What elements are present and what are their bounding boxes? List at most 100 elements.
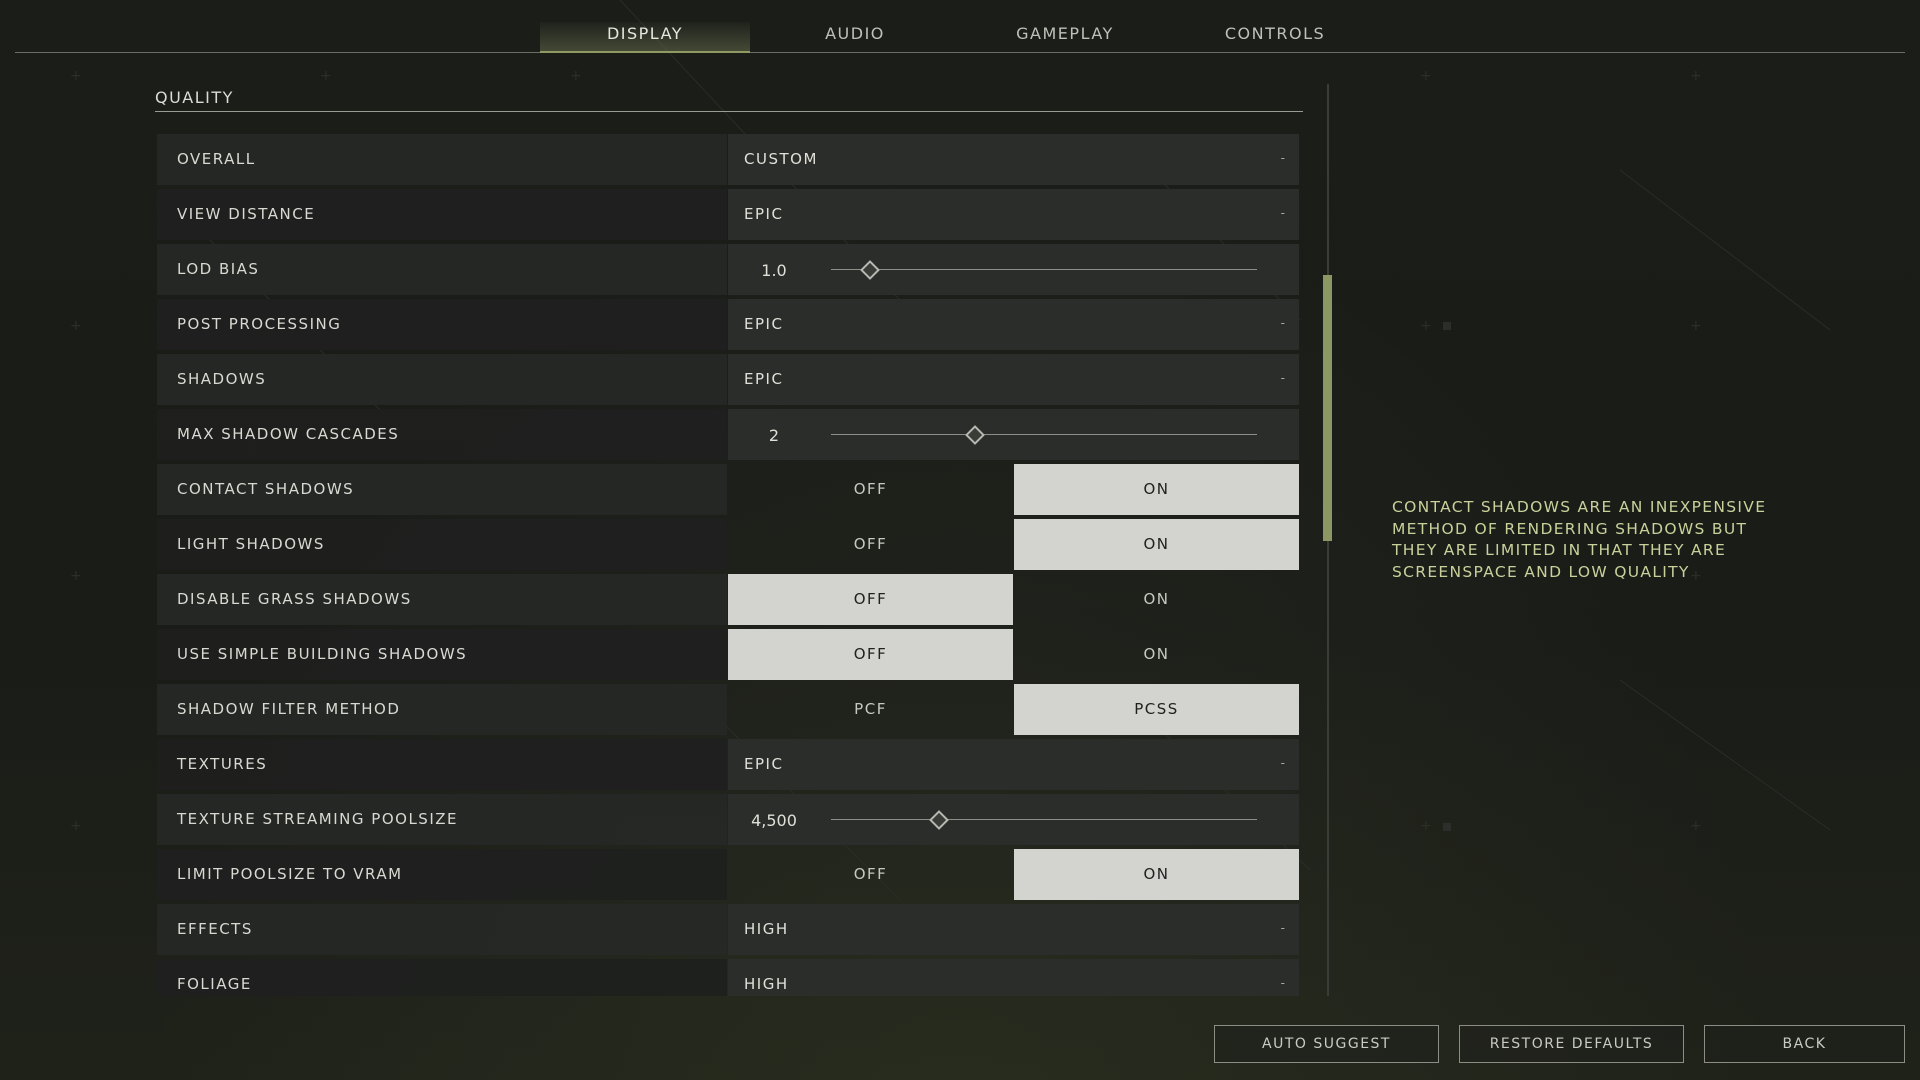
setting-label: VIEW DISTANCE [177, 205, 316, 223]
option-pcss-button[interactable]: PCSS [1014, 684, 1299, 735]
slider-value: 4,500 [751, 811, 797, 830]
post-processing-dropdown[interactable]: EPIC - [728, 299, 1299, 350]
setting-label: LIGHT SHADOWS [177, 535, 325, 553]
restore-defaults-button[interactable]: RESTORE DEFAULTS [1459, 1025, 1684, 1063]
setting-label: POST PROCESSING [177, 315, 342, 333]
dropdown-value: HIGH [744, 920, 789, 938]
tab-audio[interactable]: AUDIO [750, 22, 960, 52]
option-on-button[interactable]: ON [1014, 574, 1299, 625]
option-off-button[interactable]: OFF [728, 574, 1013, 625]
dropdown-value: EPIC [744, 315, 784, 333]
setting-label: CONTACT SHADOWS [177, 480, 355, 498]
setting-row-use-simple-building-shadows: USE SIMPLE BUILDING SHADOWS OFF ON [157, 629, 1299, 680]
setting-row-lod-bias: LOD BIAS 1.0 [157, 244, 1299, 295]
settings-screen: + + + + + + + + + + + + + DISPLAY AUDIO … [0, 0, 1920, 1080]
tab-display[interactable]: DISPLAY [540, 22, 750, 53]
setting-label: FOLIAGE [177, 975, 252, 993]
setting-row-view-distance: VIEW DISTANCE EPIC - [157, 189, 1299, 240]
setting-label-cell: DISABLE GRASS SHADOWS [157, 574, 727, 625]
tab-controls[interactable]: CONTROLS [1170, 22, 1380, 52]
setting-label-cell: TEXTURES [157, 739, 727, 790]
setting-label-cell: OVERALL [157, 134, 727, 185]
overall-dropdown[interactable]: CUSTOM - [728, 134, 1299, 185]
setting-row-foliage: FOLIAGE HIGH - [157, 959, 1299, 996]
setting-label: EFFECTS [177, 920, 253, 938]
dropdown-value: EPIC [744, 370, 784, 388]
svg-text:+: + [70, 68, 82, 84]
dropdown-caret-icon: - [1280, 756, 1285, 770]
auto-suggest-button[interactable]: AUTO SUGGEST [1214, 1025, 1439, 1063]
dropdown-value: HIGH [744, 975, 789, 993]
shadows-dropdown[interactable]: EPIC - [728, 354, 1299, 405]
settings-tab-bar: DISPLAY AUDIO GAMEPLAY CONTROLS [15, 0, 1905, 53]
setting-label: TEXTURE STREAMING POOLSIZE [177, 810, 458, 828]
textures-dropdown[interactable]: EPIC - [728, 739, 1299, 790]
effects-dropdown[interactable]: HIGH - [728, 904, 1299, 955]
svg-text:+: + [70, 818, 82, 834]
dropdown-value: CUSTOM [744, 150, 818, 168]
setting-label-cell: LOD BIAS [157, 244, 727, 295]
light-shadows-toggle: OFF ON [728, 519, 1299, 570]
contact-shadows-toggle: OFF ON [728, 464, 1299, 515]
setting-row-contact-shadows: CONTACT SHADOWS OFF ON [157, 464, 1299, 515]
slider-value: 1.0 [761, 261, 787, 280]
tab-gameplay[interactable]: GAMEPLAY [960, 22, 1170, 52]
setting-row-disable-grass-shadows: DISABLE GRASS SHADOWS OFF ON [157, 574, 1299, 625]
setting-row-shadows: SHADOWS EPIC - [157, 354, 1299, 405]
slider-track[interactable] [831, 810, 1257, 830]
setting-label: SHADOWS [177, 370, 267, 388]
setting-label-cell: EFFECTS [157, 904, 727, 955]
setting-label-cell: TEXTURE STREAMING POOLSIZE [157, 794, 727, 845]
setting-row-textures: TEXTURES EPIC - [157, 739, 1299, 790]
setting-label-cell: SHADOWS [157, 354, 727, 405]
setting-row-texture-streaming-poolsize: TEXTURE STREAMING POOLSIZE 4,500 [157, 794, 1299, 845]
slider-handle[interactable] [928, 810, 949, 830]
texture-streaming-poolsize-slider[interactable]: 4,500 [728, 794, 1299, 845]
option-on-button[interactable]: ON [1014, 519, 1299, 570]
svg-text:+: + [70, 568, 82, 584]
svg-text:+: + [320, 68, 332, 84]
settings-list: OVERALL CUSTOM - VIEW DISTANCE EPIC - LOD BIAS… [157, 134, 1299, 996]
svg-text:+: + [1690, 818, 1702, 834]
lod-bias-slider[interactable]: 1.0 [728, 244, 1299, 295]
dropdown-value: EPIC [744, 205, 784, 223]
setting-row-overall: OVERALL CUSTOM - [157, 134, 1299, 185]
limit-poolsize-to-vram-toggle: OFF ON [728, 849, 1299, 900]
max-shadow-cascades-slider[interactable]: 2 [728, 409, 1299, 460]
view-distance-dropdown[interactable]: EPIC - [728, 189, 1299, 240]
svg-text:+: + [1690, 68, 1702, 84]
option-on-button[interactable]: ON [1014, 629, 1299, 680]
option-pcf-button[interactable]: PCF [728, 684, 1013, 735]
svg-text:+: + [1420, 68, 1432, 84]
setting-label-cell: FOLIAGE [157, 959, 727, 996]
setting-label: SHADOW FILTER METHOD [177, 700, 401, 718]
slider-handle[interactable] [860, 260, 881, 280]
option-off-button[interactable]: OFF [728, 849, 1013, 900]
dropdown-caret-icon: - [1280, 206, 1285, 220]
setting-label: OVERALL [177, 150, 256, 168]
svg-text:+: + [70, 318, 82, 334]
setting-row-shadow-filter-method: SHADOW FILTER METHOD PCF PCSS [157, 684, 1299, 735]
setting-label-cell: POST PROCESSING [157, 299, 727, 350]
dropdown-caret-icon: - [1280, 921, 1285, 935]
setting-row-effects: EFFECTS HIGH - [157, 904, 1299, 955]
setting-label: TEXTURES [177, 755, 268, 773]
section-title: QUALITY [155, 88, 234, 107]
slider-track[interactable] [831, 425, 1257, 445]
setting-label: LIMIT POOLSIZE TO VRAM [177, 865, 403, 883]
option-on-button[interactable]: ON [1014, 464, 1299, 515]
setting-label-cell: VIEW DISTANCE [157, 189, 727, 240]
foliage-dropdown[interactable]: HIGH - [728, 959, 1299, 996]
option-off-button[interactable]: OFF [728, 629, 1013, 680]
svg-text:+: + [1420, 818, 1432, 834]
scrollbar-thumb[interactable] [1323, 275, 1332, 541]
slider-handle[interactable] [964, 425, 985, 445]
svg-text:+: + [1420, 318, 1432, 334]
option-off-button[interactable]: OFF [728, 464, 1013, 515]
slider-track[interactable] [831, 260, 1257, 280]
setting-row-limit-poolsize-to-vram: LIMIT POOLSIZE TO VRAM OFF ON [157, 849, 1299, 900]
back-button[interactable]: BACK [1704, 1025, 1905, 1063]
shadow-filter-method-toggle: PCF PCSS [728, 684, 1299, 735]
option-on-button[interactable]: ON [1014, 849, 1299, 900]
option-off-button[interactable]: OFF [728, 519, 1013, 570]
